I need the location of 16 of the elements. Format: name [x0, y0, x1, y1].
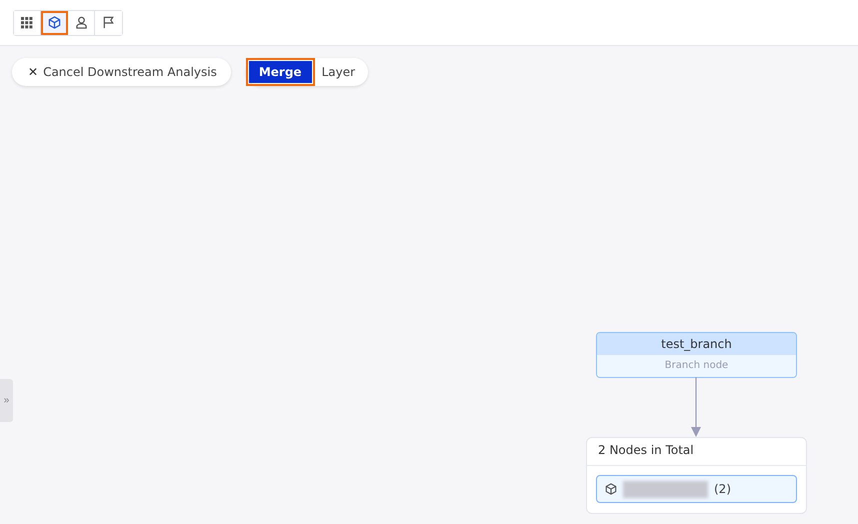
grid-view-button[interactable]: [14, 10, 41, 34]
group-item[interactable]: (2): [596, 475, 797, 503]
cube-icon: [605, 483, 617, 495]
cube-view-button[interactable]: [41, 10, 68, 34]
branch-node[interactable]: test_branch Branch node: [596, 332, 797, 378]
edge-arrow: [690, 377, 702, 437]
grid-icon: [21, 16, 33, 28]
group-title: 2 Nodes in Total: [587, 438, 806, 466]
view-mode-tab[interactable]: Layer: [312, 61, 366, 83]
person-icon: [74, 16, 88, 29]
view-mode-tab[interactable]: Merge: [248, 61, 312, 83]
node-subtitle: Branch node: [597, 355, 796, 377]
cube-icon: [48, 16, 60, 29]
flag-icon: [102, 16, 115, 29]
node-title: test_branch: [597, 333, 796, 355]
cancel-analysis-button[interactable]: ✕ Cancel Downstream Analysis: [12, 58, 231, 86]
